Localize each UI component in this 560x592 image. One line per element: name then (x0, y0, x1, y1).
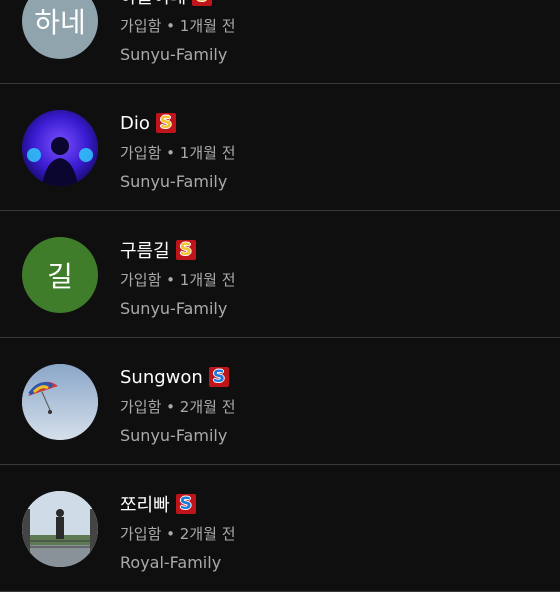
member-group: Royal-Family (120, 553, 222, 572)
joined-time: 가입함 • 1개월 전 (120, 17, 236, 35)
joined-time: 가입함 • 1개월 전 (120, 144, 236, 162)
joined-time: 가입함 • 2개월 전 (120, 525, 236, 543)
member-item[interactable]: Sungwon S 가입함 • 2개월 전 Sunyu-Family (0, 338, 560, 465)
avatar[interactable] (22, 110, 98, 186)
member-group: Sunyu-Family (120, 172, 228, 191)
member-badge-icon: S (175, 494, 196, 514)
joined-time: 가입함 • 1개월 전 (120, 271, 236, 289)
member-badge-icon: S (192, 0, 213, 6)
member-item[interactable]: 쪼리빠 S 가입함 • 2개월 전 Royal-Family (0, 465, 560, 592)
member-name[interactable]: 구름길 (120, 237, 170, 263)
avatar[interactable]: 길 (22, 237, 98, 313)
member-group: Sunyu-Family (120, 45, 228, 64)
avatar-photo-icon (22, 491, 98, 567)
member-name[interactable]: 하늘이네 (120, 0, 186, 9)
joined-time: 가입함 • 2개월 전 (120, 398, 236, 416)
member-badge-icon: S (175, 240, 196, 260)
avatar-initials: 하네 (34, 6, 86, 39)
member-group: Sunyu-Family (120, 299, 228, 318)
member-info: 구름길 S 가입함 • 1개월 전 Sunyu-Family (120, 237, 236, 318)
member-badge-icon: S (155, 113, 176, 133)
avatar[interactable]: 하네 (22, 0, 98, 59)
avatar-photo-icon (22, 364, 98, 440)
avatar-photo-icon (22, 110, 98, 186)
avatar[interactable] (22, 491, 98, 567)
member-name[interactable]: Sungwon (120, 367, 203, 388)
member-name[interactable]: 쪼리빠 (120, 491, 170, 517)
avatar-initials: 길 (47, 260, 73, 293)
member-list: 하네 하늘이네 S 가입함 • 1개월 전 Sunyu-Family (0, 0, 560, 592)
member-group: Sunyu-Family (120, 426, 228, 445)
member-name[interactable]: Dio (120, 113, 150, 134)
member-item[interactable]: Dio S 가입함 • 1개월 전 Sunyu-Family (0, 84, 560, 211)
member-info: Dio S 가입함 • 1개월 전 Sunyu-Family (120, 110, 236, 192)
member-info: Sungwon S 가입함 • 2개월 전 Sunyu-Family (120, 364, 236, 446)
member-badge-icon: S (208, 367, 229, 387)
member-item[interactable]: 하네 하늘이네 S 가입함 • 1개월 전 Sunyu-Family (0, 0, 560, 84)
avatar[interactable] (22, 364, 98, 440)
member-info: 하늘이네 S 가입함 • 1개월 전 Sunyu-Family (120, 0, 236, 64)
member-item[interactable]: 길 구름길 S 가입함 • 1개월 전 Sunyu-Family (0, 211, 560, 338)
